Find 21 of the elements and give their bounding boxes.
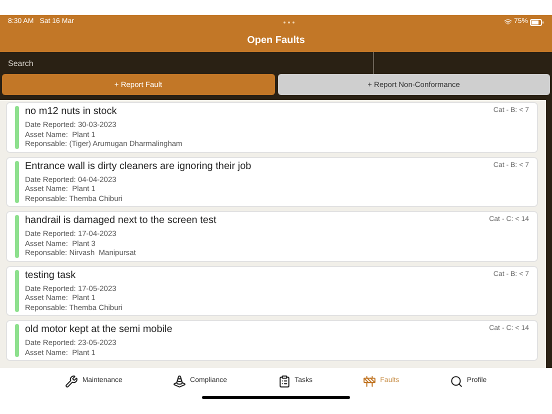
magnifier-icon (450, 375, 463, 388)
fault-title: handrail is damaged next to the screen test (25, 215, 218, 227)
wifi-icon (504, 18, 512, 26)
traffic-cone-icon (173, 375, 186, 388)
barrier-icon (363, 375, 376, 388)
clipboard-icon (278, 375, 291, 388)
status-bar (15, 270, 19, 312)
search-field[interactable]: Search (8, 56, 365, 70)
search-bar[interactable]: Search (0, 52, 373, 74)
wrench-icon (65, 375, 78, 388)
status-bar (15, 215, 19, 258)
status-bar (15, 324, 19, 357)
fault-title: no m12 nuts in stock (25, 106, 118, 118)
fault-title: testing task (25, 270, 77, 282)
fault-title: Entrance wall is dirty cleaners are ignoring their job (25, 160, 252, 172)
page-title: Open Faults (247, 34, 305, 48)
fault-title: old motor kept at the semi mobile (25, 324, 174, 336)
status-bar (15, 106, 19, 148)
more-dots-icon (282, 20, 295, 24)
battery-icon (530, 18, 544, 26)
status-bar (15, 160, 19, 203)
